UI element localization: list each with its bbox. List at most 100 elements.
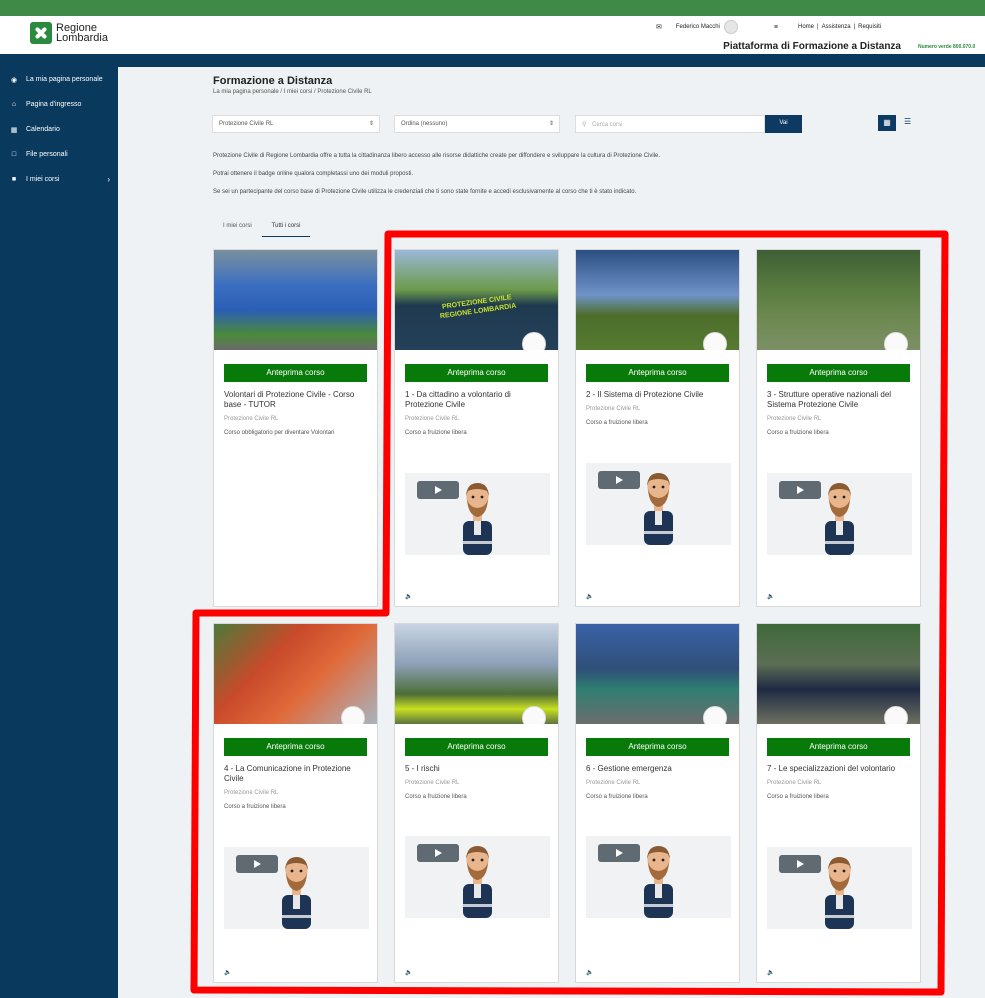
sort-select[interactable]: Ordina (nessuno) ⇕ [394,115,560,133]
grid-view-icon[interactable]: ▦ [878,115,896,131]
course-title[interactable]: 4 - La Comunicazione in Protezione Civil… [224,764,367,784]
volume-icon[interactable]: 🔈 [767,593,774,600]
top-stripe [0,0,985,16]
preview-course-button[interactable]: Anteprima corso [586,738,729,756]
play-icon[interactable] [779,481,821,499]
list-view-icon[interactable]: ☰ [904,117,911,126]
course-avatar [522,332,546,350]
course-card[interactable]: Anteprima corso 2 - Il Sistema di Protezi… [575,249,740,607]
course-category[interactable]: Protezione Civile RL [586,406,729,412]
search-button[interactable]: Vai [765,115,802,133]
course-title[interactable]: 6 - Gestione emergenza [586,764,729,774]
course-description: Corso obbligatorio per diventare Volonta… [224,430,335,436]
course-avatar [341,706,365,724]
menu-icon[interactable]: ≡ [774,24,778,31]
course-image[interactable] [214,624,377,724]
course-category[interactable]: Protezione Civile RL [586,780,729,786]
intro-text-2: Potrai ottenere il badge online qualora … [213,171,414,177]
course-card[interactable]: Anteprima corso 5 - I rischi Protezione Ci… [394,623,559,983]
course-card[interactable]: Anteprima corso 7 - Le specializzazioni d… [756,623,921,983]
course-category[interactable]: Protezione Civile RL [405,780,548,786]
play-icon[interactable] [598,471,640,489]
preview-course-button[interactable]: Anteprima corso [405,738,548,756]
sidebar-item-home[interactable]: ⌂ Pagina d'ingresso [0,92,118,117]
tab-all-courses[interactable]: Tutti i corsi [261,220,311,237]
course-category[interactable]: Protezione Civile RL [767,780,910,786]
header-link-assistenza[interactable]: Assistenza [822,24,851,30]
mascot-image [455,840,500,918]
preview-course-button[interactable]: Anteprima corso [405,364,548,382]
calendar-icon: ▦ [10,126,18,134]
course-title[interactable]: 5 - I rischi [405,764,548,774]
course-category[interactable]: Protezione Civile RL [224,416,367,422]
play-icon[interactable] [236,855,278,873]
course-category[interactable]: Protezione Civile RL [405,416,548,422]
volume-icon[interactable]: 🔈 [767,969,774,976]
course-description: Corso a fruizione libera [405,430,467,436]
regione-lombardia-logo[interactable]: Regione Lombardia [30,22,108,44]
volume-icon[interactable]: 🔈 [224,969,231,976]
user-avatar[interactable] [723,20,738,34]
preview-course-button[interactable]: Anteprima corso [767,738,910,756]
course-image[interactable] [395,624,558,724]
mascot-image [274,851,319,929]
course-card[interactable]: PROTEZIONE CIVILE REGIONE LOMBARDIA Antepr… [394,249,559,607]
preview-course-button[interactable]: Anteprima corso [224,738,367,756]
video-preview[interactable] [405,473,550,555]
video-preview[interactable] [767,847,912,929]
user-name[interactable]: Federico Macchi [676,24,720,30]
course-image[interactable] [757,624,920,724]
video-preview[interactable] [405,836,550,918]
course-card[interactable]: Anteprima corso 3 - Strutture operative n… [756,249,921,607]
tab-my-courses[interactable]: I miei corsi [213,220,262,237]
course-image[interactable] [214,250,377,350]
mascot-image [636,840,681,918]
volume-icon[interactable]: 🔈 [586,969,593,976]
course-category[interactable]: Protezione Civile RL [224,790,367,796]
video-preview[interactable] [224,847,369,929]
category-select[interactable]: Protezione Civile RL ⇕ [212,115,380,133]
course-card[interactable]: Anteprima corso 4 - La Comunicazione in P… [213,623,378,983]
header-link-requisiti[interactable]: Requisiti [858,24,881,30]
search-input[interactable]: ⚲ Cerca corsi [575,115,765,133]
preview-course-button[interactable]: Anteprima corso [586,364,729,382]
course-image[interactable] [757,250,920,350]
volume-icon[interactable]: 🔈 [405,969,412,976]
mascot-image [455,477,500,555]
chevron-right-icon: › [107,175,110,184]
volume-icon[interactable]: 🔈 [405,593,412,600]
sidebar-item-dashboard[interactable]: ◉ La mia pagina personale [0,67,118,92]
sidebar-item-courses[interactable]: ■ I miei corsi › [0,167,118,192]
course-title[interactable]: 1 - Da cittadino a volontario di Protezi… [405,390,548,410]
header-link-home[interactable]: Home [798,24,814,30]
course-title[interactable]: 2 - Il Sistema di Protezione Civile [586,390,729,400]
course-title[interactable]: Volontari di Protezione Civile - Corso b… [224,390,367,410]
video-preview[interactable] [586,463,731,545]
breadcrumb[interactable]: La mia pagina personale / I miei corsi /… [213,89,372,95]
course-image[interactable]: PROTEZIONE CIVILE REGIONE LOMBARDIA [395,250,558,350]
course-card[interactable]: Anteprima corso 6 - Gestione emergenza Pro… [575,623,740,983]
course-title[interactable]: 3 - Strutture operative nazionali del Si… [767,390,910,410]
video-preview[interactable] [586,836,731,918]
select-arrows-icon: ⇕ [548,121,554,127]
mail-icon[interactable]: ✉ [656,23,662,31]
sidebar-item-files[interactable]: □ File personali [0,142,118,167]
play-icon[interactable] [598,844,640,862]
play-icon[interactable] [417,844,459,862]
course-image[interactable] [576,624,739,724]
preview-course-button[interactable]: Anteprima corso [767,364,910,382]
course-description: Corso a fruizione libera [224,804,286,810]
play-icon[interactable] [417,481,459,499]
intro-text-3: Se sei un partecipante del corso base di… [213,189,637,195]
course-image[interactable] [576,250,739,350]
play-icon[interactable] [779,855,821,873]
course-card[interactable]: Anteprima corso Volontari di Protezione C… [213,249,378,607]
volume-icon[interactable]: 🔈 [586,593,593,600]
logo-mark-icon [30,22,52,44]
vest-print: PROTEZIONE CIVILE REGIONE LOMBARDIA [439,294,517,321]
sidebar-item-calendar[interactable]: ▦ Calendario [0,117,118,142]
preview-course-button[interactable]: Anteprima corso [224,364,367,382]
video-preview[interactable] [767,473,912,555]
course-title[interactable]: 7 - Le specializzazioni del volontario [767,764,910,774]
course-category[interactable]: Protezione Civile RL [767,416,910,422]
